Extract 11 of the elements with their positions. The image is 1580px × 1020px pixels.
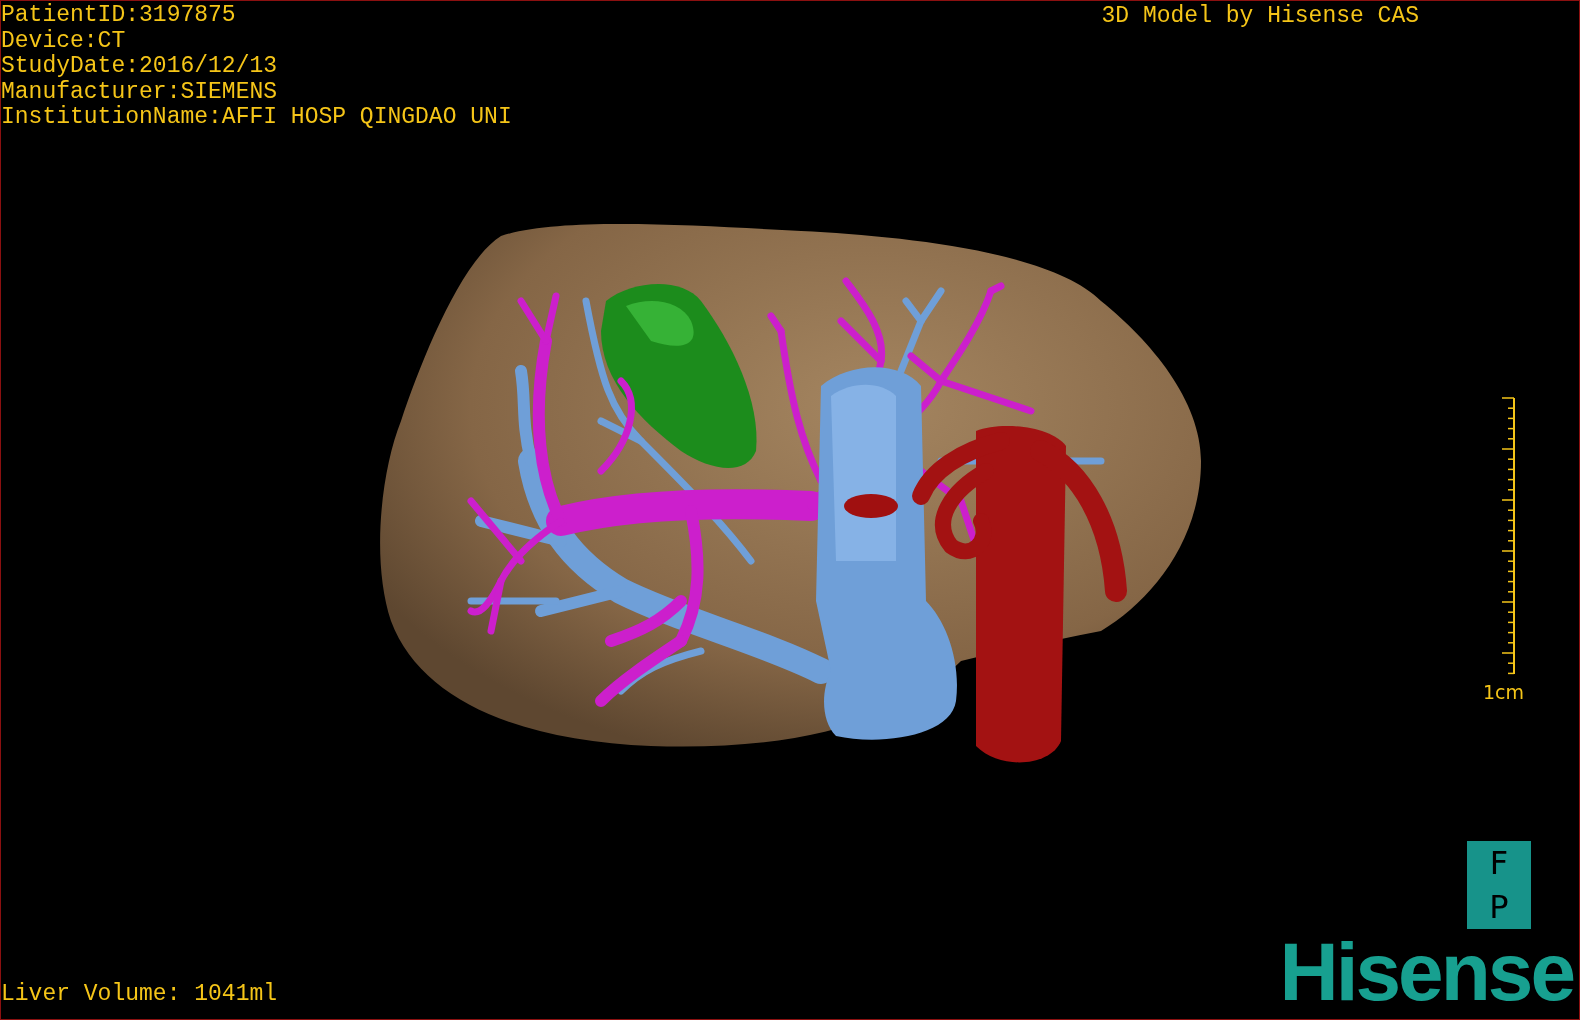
scale-label: 1cm bbox=[1483, 680, 1525, 705]
brand-logo: Hisense bbox=[1279, 937, 1573, 1019]
patient-info-text: PatientID:3197875 bbox=[1, 3, 236, 29]
patient-info-text: Manufacturer:SIEMENS bbox=[1, 79, 278, 105]
patient-info-text: StudyDate:2016/12/13 bbox=[1, 54, 278, 80]
patient-info-text: Device:CT bbox=[1, 28, 126, 54]
orientation-label: P bbox=[1489, 890, 1509, 924]
liver-volume-text: Liver Volume: 1041ml bbox=[1, 981, 278, 1009]
patient-info-text: InstitutionName:AFFI HOSP QINGDAO UNI bbox=[1, 105, 512, 131]
orientation-label: F bbox=[1489, 846, 1509, 880]
viewer-title: 3D Model by Hisense CAS bbox=[1101, 2, 1419, 30]
